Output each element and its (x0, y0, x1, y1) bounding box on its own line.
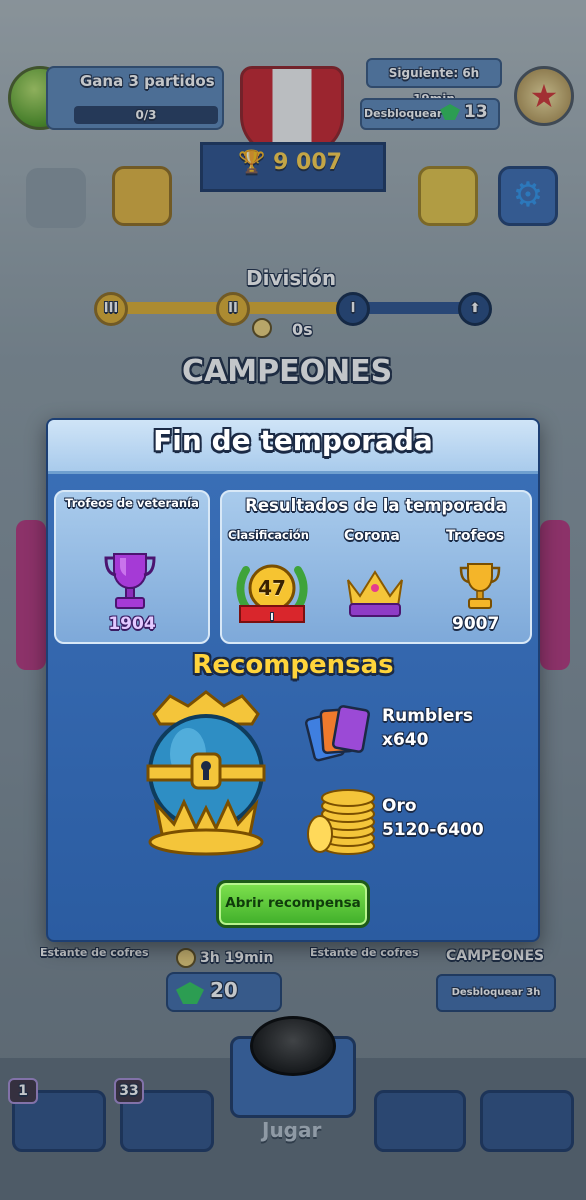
trophies-label: Trofeos (446, 528, 505, 544)
reward-gold-name: Oro (382, 796, 417, 816)
cards-icon (304, 705, 371, 762)
gold-coins-icon (307, 789, 375, 855)
open-reward-button[interactable]: Abrir recompensa (216, 880, 370, 928)
reward-cards-amount: x640 (382, 730, 429, 750)
reward-globe-chest-icon (146, 690, 266, 856)
reward-gold-amount: 5120-6400 (382, 820, 484, 840)
veteran-trophies-value: 1904 (108, 614, 156, 634)
season-trophies-value: 9007 (452, 614, 500, 634)
ranking-division: I (270, 612, 274, 623)
season-results-title: Resultados de la temporada (245, 496, 507, 515)
ranking-label: Clasificación (228, 528, 309, 542)
reward-cards-name: Rumblers (382, 706, 473, 726)
crown-label: Corona (344, 528, 400, 544)
rewards-title: Recompensas (192, 650, 394, 680)
crown-icon (347, 570, 403, 617)
veteran-trophies-title: Trofeos de veteranía (65, 496, 199, 510)
purple-trophy-icon (104, 553, 156, 609)
ranking-value: 47 (258, 576, 286, 600)
gold-trophy-icon (459, 563, 501, 609)
modal-title: Fin de temporada (153, 424, 433, 457)
